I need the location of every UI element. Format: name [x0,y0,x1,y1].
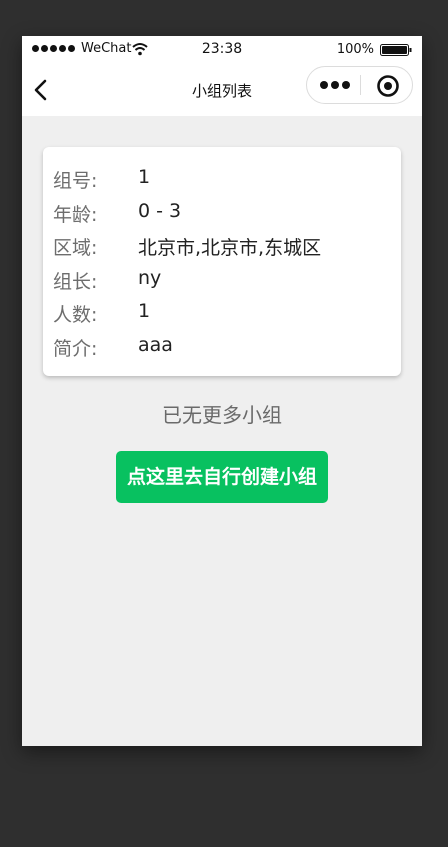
field-row-intro: 简介: aaa [43,331,401,365]
field-value: 北京市,北京市,东城区 [138,237,322,260]
more-dots-icon[interactable] [319,78,351,92]
field-label: 组长: [53,270,98,293]
target-icon[interactable] [376,74,400,98]
field-value: 0 - 3 [138,199,182,222]
group-card[interactable]: 组号: 1 年龄: 0 - 3 区域: 北京市,北京市,东城区 组长: ny 人… [43,147,401,376]
capsule-divider [360,75,361,95]
battery-icon [380,44,412,56]
mini-program-capsule [306,66,413,104]
field-row-age: 年龄: 0 - 3 [43,197,401,231]
field-value: 1 [138,166,151,188]
field-label: 简介: [53,337,98,360]
field-row-leader: 组长: ny [43,264,401,298]
field-row-region: 区域: 北京市,北京市,东城区 [43,230,401,264]
field-value: ny [138,266,162,289]
field-label: 区域: [53,237,98,260]
phone-screen: WeChat 23:38 100% 小组列表 组号: 1 年龄: 0 - 3 区… [22,36,422,746]
list-end-text: 已无更多小组 [162,403,282,427]
battery-percent: 100% [336,42,374,57]
nav-bar: 小组列表 [22,64,422,116]
field-label: 组号: [53,170,98,192]
field-label: 人数: [53,304,98,327]
status-bar: WeChat 23:38 100% [22,36,422,64]
create-group-button[interactable]: 点这里去自行创建小组 [116,451,328,503]
field-value: 1 [138,300,151,323]
field-value: aaa [138,333,173,356]
field-row-members: 人数: 1 [43,297,401,331]
field-label: 年龄: [53,203,98,226]
field-row-number: 组号: 1 [43,163,401,197]
